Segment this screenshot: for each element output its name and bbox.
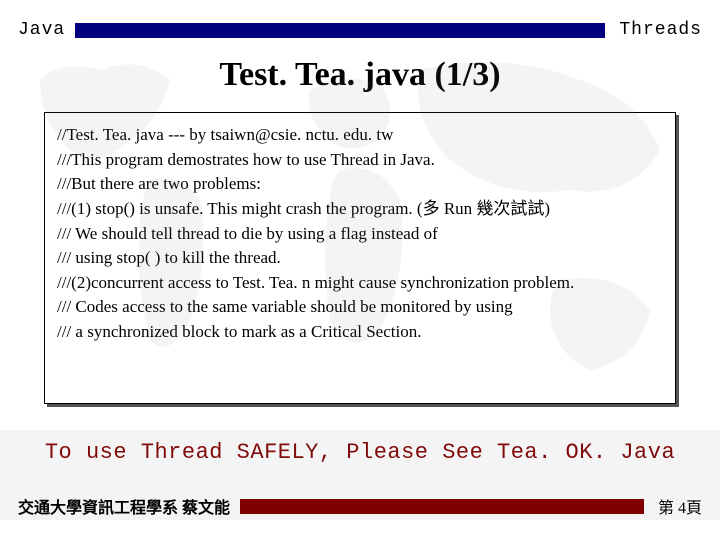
code-box: //Test. Tea. java --- by tsaiwn@csie. nc… — [44, 112, 676, 404]
code-line: /// We should tell thread to die by usin… — [57, 222, 663, 247]
page-title: Test. Tea. java (1/3) — [0, 56, 720, 94]
code-line: ///This program demostrates how to use T… — [57, 148, 663, 173]
header: Java Threads — [0, 0, 720, 44]
footer: 交通大學資訊工程學系 蔡文能 第 4頁 — [0, 494, 720, 518]
code-line: /// a synchronized block to mark as a Cr… — [57, 320, 663, 345]
code-line: /// Codes access to the same variable sh… — [57, 295, 663, 320]
code-line: ///But there are two problems: — [57, 172, 663, 197]
code-line: ///(2)concurrent access to Test. Tea. n … — [57, 271, 663, 296]
header-right-label: Threads — [605, 20, 702, 40]
code-line: /// using stop( ) to kill the thread. — [57, 246, 663, 271]
header-left-label: Java — [18, 20, 75, 40]
footer-bar — [240, 499, 644, 514]
code-line: //Test. Tea. java --- by tsaiwn@csie. nc… — [57, 123, 663, 148]
footer-page-number: 第 4頁 — [644, 494, 702, 518]
mid-note: To use Thread SAFELY, Please See Tea. OK… — [0, 440, 720, 465]
footer-left-label: 交通大學資訊工程學系 蔡文能 — [18, 494, 240, 518]
code-line: ///(1) stop() is unsafe. This might cras… — [57, 197, 663, 222]
header-bar — [75, 23, 605, 38]
